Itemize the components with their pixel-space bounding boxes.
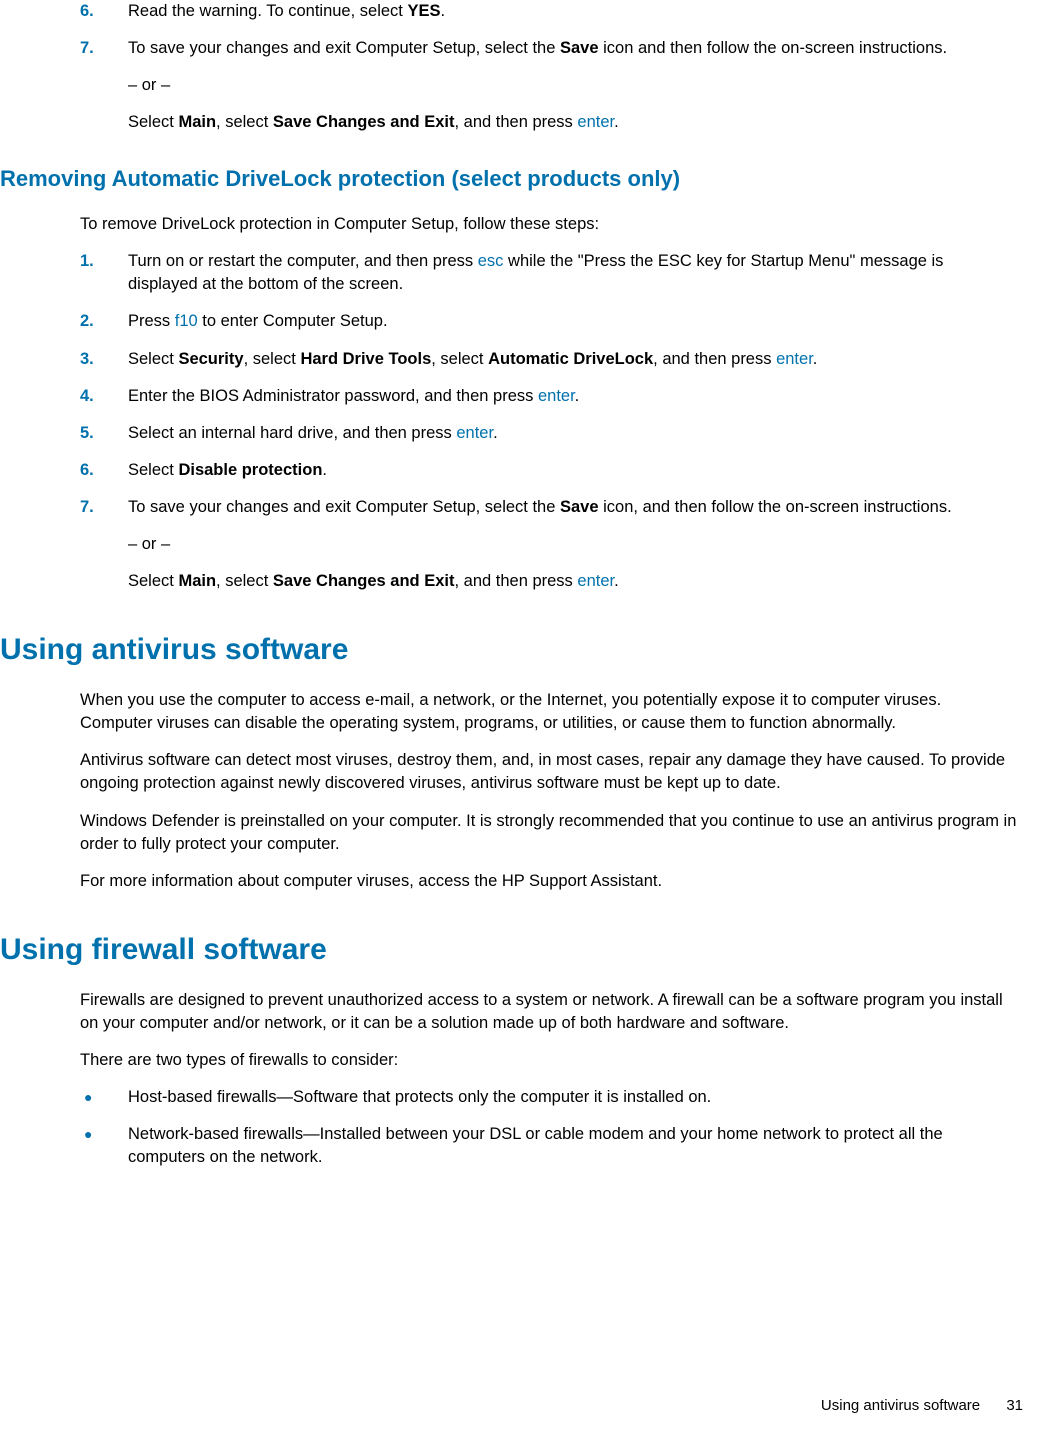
- step-list-continuation: 6. Read the warning. To continue, select…: [0, 0, 1027, 60]
- step-number: 5.: [80, 422, 94, 445]
- step-number: 3.: [80, 348, 94, 371]
- body-text: Select Main, select Save Changes and Exi…: [0, 570, 1027, 593]
- step-number: 7.: [80, 496, 94, 519]
- key-name: esc: [478, 252, 504, 270]
- or-separator: – or –: [0, 74, 1027, 97]
- body-text: There are two types of firewalls to cons…: [0, 1049, 1017, 1072]
- body-text: For more information about computer viru…: [0, 870, 1017, 893]
- bullet-list-firewalls: ● Host-based firewalls—Software that pro…: [0, 1086, 1027, 1169]
- body-text: To save your changes and exit Computer S…: [128, 39, 560, 57]
- step-number: 6.: [80, 0, 94, 23]
- key-name: enter: [776, 350, 813, 368]
- body-text: Select Main, select Save Changes and Exi…: [0, 111, 1027, 134]
- body-text: icon and then follow the on-screen instr…: [599, 39, 948, 57]
- step-list-drivelock: 1. Turn on or restart the computer, and …: [0, 250, 1027, 519]
- step-number: 6.: [80, 459, 94, 482]
- step-number: 1.: [80, 250, 94, 273]
- bullet-icon: ●: [84, 1088, 92, 1108]
- key-name: f10: [175, 312, 198, 330]
- body-text-bold: YES: [407, 2, 440, 20]
- step-number: 7.: [80, 37, 94, 60]
- key-name: enter: [456, 424, 493, 442]
- list-item: 2. Press f10 to enter Computer Setup.: [0, 310, 1027, 333]
- body-text: Windows Defender is preinstalled on your…: [0, 810, 1017, 856]
- body-text: Firewalls are designed to prevent unauth…: [0, 989, 1017, 1035]
- list-item: 6. Read the warning. To continue, select…: [0, 0, 1027, 23]
- body-text: Network-based firewalls—Installed betwee…: [128, 1125, 943, 1166]
- body-text: When you use the computer to access e-ma…: [0, 689, 1017, 735]
- footer-section-label: Using antivirus software: [821, 1397, 980, 1414]
- key-name: enter: [538, 387, 575, 405]
- page-number: 31: [1006, 1397, 1023, 1414]
- body-text: Antivirus software can detect most virus…: [0, 749, 1017, 795]
- bullet-icon: ●: [84, 1125, 92, 1145]
- page-footer: Using antivirus software 31: [821, 1395, 1023, 1416]
- list-item: ● Host-based firewalls—Software that pro…: [0, 1086, 1027, 1109]
- or-separator: – or –: [0, 533, 1027, 556]
- section-heading: Removing Automatic DriveLock protection …: [0, 164, 1027, 195]
- list-item: 5. Select an internal hard drive, and th…: [0, 422, 1027, 445]
- list-item: 7. To save your changes and exit Compute…: [0, 496, 1027, 519]
- step-number: 2.: [80, 310, 94, 333]
- section-heading: Using antivirus software: [0, 629, 1027, 671]
- list-item: 6. Select Disable protection.: [0, 459, 1027, 482]
- body-text-bold: Save: [560, 39, 599, 57]
- body-text: Host-based firewalls—Software that prote…: [128, 1088, 711, 1106]
- step-number: 4.: [80, 385, 94, 408]
- list-item: 7. To save your changes and exit Compute…: [0, 37, 1027, 60]
- list-item: 1. Turn on or restart the computer, and …: [0, 250, 1027, 296]
- section-heading: Using firewall software: [0, 929, 1027, 971]
- body-text: Read the warning. To continue, select: [128, 2, 407, 20]
- body-text: To remove DriveLock protection in Comput…: [0, 213, 1017, 236]
- key-name: enter: [577, 572, 614, 590]
- list-item: 3. Select Security, select Hard Drive To…: [0, 348, 1027, 371]
- list-item: ● Network-based firewalls—Installed betw…: [0, 1123, 1027, 1169]
- list-item: 4. Enter the BIOS Administrator password…: [0, 385, 1027, 408]
- key-name: enter: [577, 113, 614, 131]
- body-text: .: [440, 2, 445, 20]
